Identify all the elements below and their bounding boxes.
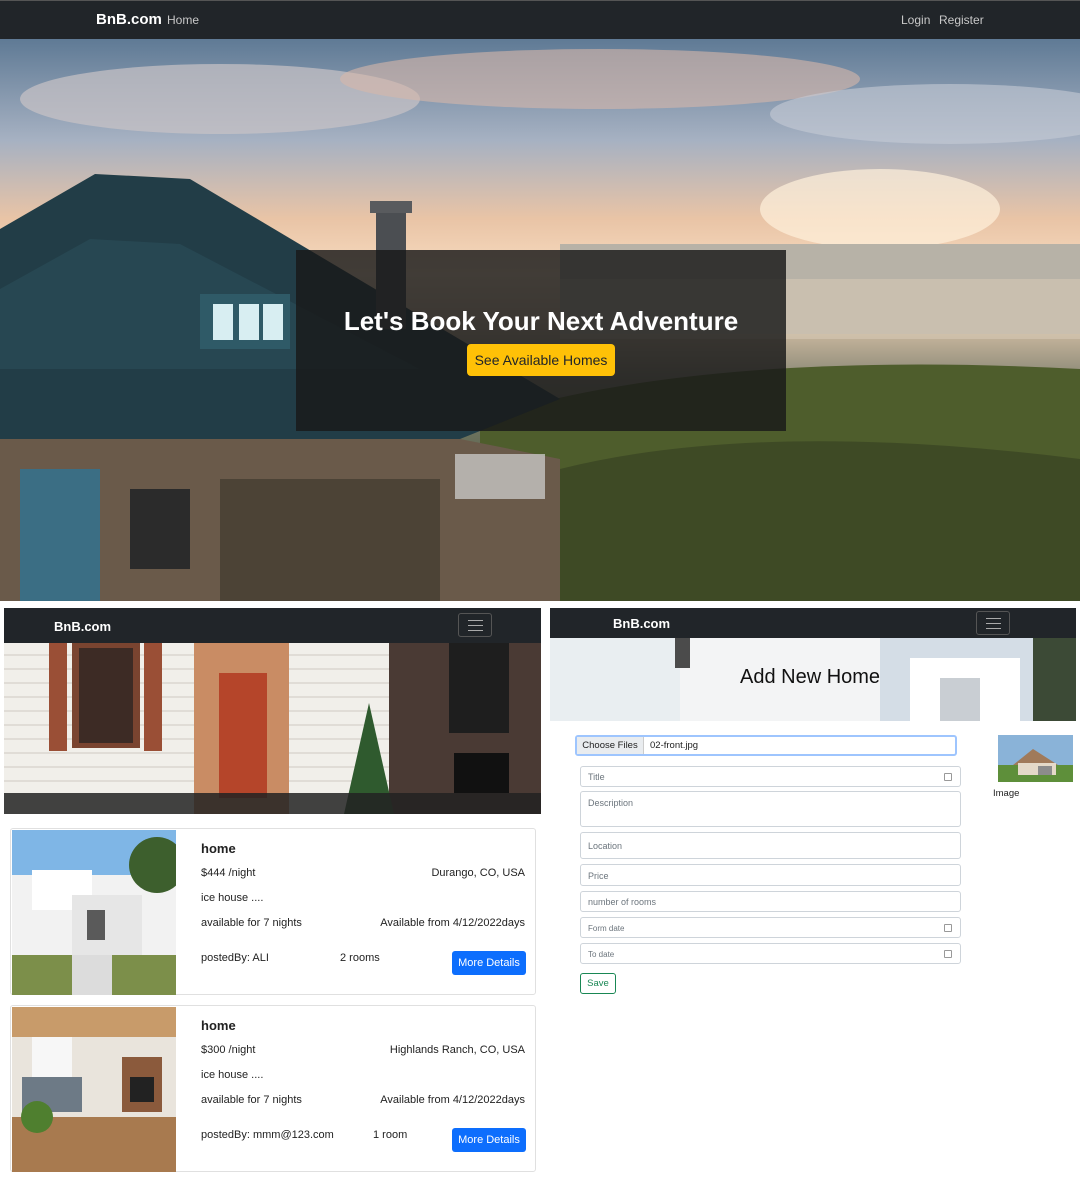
listing-posted-by: postedBy: ALI: [201, 952, 269, 964]
file-upload-input[interactable]: Choose Files 02-front.jpg: [575, 735, 957, 756]
listings-brand[interactable]: BnB.com: [54, 619, 111, 634]
listing-rooms: 1 room: [373, 1129, 408, 1141]
location-placeholder: Location: [588, 841, 623, 851]
price-field[interactable]: Price: [580, 864, 961, 886]
image-preview: [998, 735, 1073, 782]
add-home-heading: Add New Home: [740, 666, 881, 688]
listing-price: $444 /night: [201, 867, 256, 879]
listing-available-date: Available from 4/12/2022days: [380, 1094, 525, 1106]
listing-title: home: [201, 841, 236, 856]
calendar-icon[interactable]: [944, 950, 952, 958]
listings-banner-image: [4, 643, 541, 814]
location-field[interactable]: Location: [580, 832, 961, 859]
listing-available-date: Available from 4/12/2022days: [380, 917, 525, 929]
listing-location: Highlands Ranch, CO, USA: [389, 1044, 525, 1056]
to-date-placeholder: To date: [588, 950, 615, 959]
description-field[interactable]: Description: [580, 791, 961, 827]
selected-file-name: 02-front.jpg: [650, 740, 699, 751]
nav-register-link[interactable]: Register: [939, 13, 984, 27]
listings-screenshot: BnB.com home $444 /night Durango, CO, US…: [4, 608, 541, 1178]
brand-logo[interactable]: BnB.com: [96, 11, 162, 28]
listing-thumbnail[interactable]: [12, 830, 176, 995]
listing-rooms: 2 rooms: [340, 952, 380, 964]
add-home-screenshot: BnB.com Add New Home Choose Files 02-fro…: [550, 608, 1076, 1178]
listings-navbar: BnB.com: [4, 608, 541, 643]
rooms-placeholder: number of rooms: [588, 897, 657, 907]
title-field[interactable]: Title: [580, 766, 961, 787]
add-home-navbar: BnB.com: [550, 608, 1076, 638]
hero-overlay-box: Let's Book Your Next Adventure See Avail…: [296, 250, 786, 431]
listing-description: ice house ....: [201, 892, 264, 904]
description-placeholder: Description: [588, 798, 634, 808]
listing-nights: available for 7 nights: [201, 917, 302, 929]
hero-title: Let's Book Your Next Adventure: [343, 306, 739, 336]
listing-thumbnail[interactable]: [12, 1007, 176, 1172]
menu-toggle-icon[interactable]: [976, 611, 1010, 635]
from-date-field[interactable]: Form date: [580, 917, 961, 938]
image-preview-label: Image: [993, 788, 1020, 799]
more-details-button[interactable]: More Details: [452, 1128, 526, 1152]
choose-files-button[interactable]: Choose Files: [577, 737, 644, 754]
add-home-brand[interactable]: BnB.com: [613, 616, 670, 631]
nav-home-link[interactable]: Home: [167, 13, 199, 27]
rooms-field[interactable]: number of rooms: [580, 891, 961, 912]
listing-card: home $300 /night Highlands Ranch, CO, US…: [10, 1005, 536, 1172]
autofill-icon: [944, 773, 952, 781]
listing-price: $300 /night: [201, 1044, 256, 1056]
listing-location: Durango, CO, USA: [431, 867, 525, 879]
from-date-placeholder: Form date: [588, 924, 625, 933]
hero-banner: Let's Book Your Next Adventure See Avail…: [0, 39, 1080, 601]
see-available-homes-button[interactable]: See Available Homes: [467, 344, 615, 376]
listing-description: ice house ....: [201, 1069, 264, 1081]
to-date-field[interactable]: To date: [580, 943, 961, 964]
listing-title: home: [201, 1018, 236, 1033]
nav-login-link[interactable]: Login: [901, 13, 930, 27]
calendar-icon[interactable]: [944, 924, 952, 932]
more-details-button[interactable]: More Details: [452, 951, 526, 975]
top-navbar: BnB.com Home Login Register: [0, 0, 1080, 39]
title-placeholder: Title: [588, 772, 605, 782]
save-button[interactable]: Save: [580, 973, 616, 994]
price-placeholder: Price: [588, 871, 609, 881]
menu-toggle-icon[interactable]: [458, 613, 492, 637]
listing-posted-by: postedBy: mmm@123.com: [201, 1129, 334, 1141]
add-home-banner-image: Add New Home: [550, 638, 1076, 721]
listing-nights: available for 7 nights: [201, 1094, 302, 1106]
listing-card: home $444 /night Durango, CO, USA ice ho…: [10, 828, 536, 995]
